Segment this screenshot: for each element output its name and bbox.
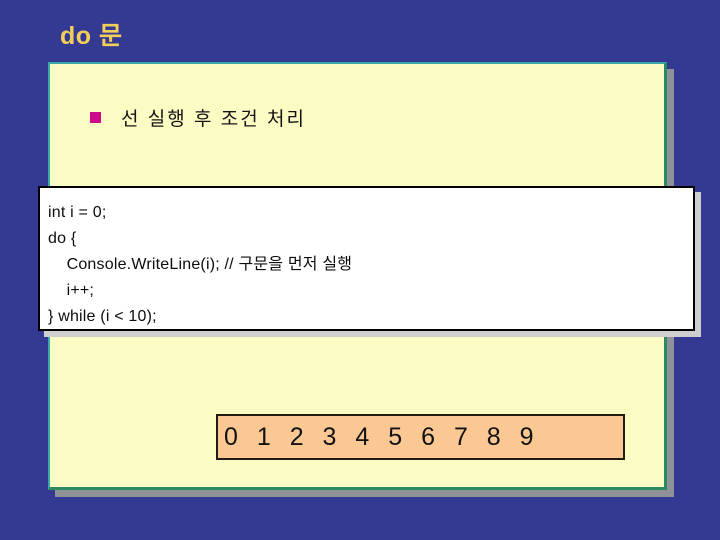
console-output-box: 0 1 2 3 4 5 6 7 8 9 — [216, 414, 625, 460]
square-bullet-icon — [90, 112, 101, 123]
slide-canvas: do 문 선 실행 후 조건 처리 int i = 0; do { Consol… — [0, 0, 720, 540]
code-line: int i = 0; — [48, 204, 107, 221]
code-line: } while (i < 10); — [48, 308, 157, 325]
code-line: i++; — [48, 282, 95, 299]
page-title: do 문 — [60, 22, 123, 50]
code-block: int i = 0; do { Console.WriteLine(i); //… — [38, 186, 695, 331]
code-line: do { — [48, 230, 77, 247]
bullet-item-label: 선 실행 후 조건 처리 — [121, 109, 306, 130]
console-output-text: 0 1 2 3 4 5 6 7 8 9 — [224, 422, 540, 451]
bullet-item: 선 실행 후 조건 처리 — [90, 104, 306, 131]
code-line: Console.WriteLine(i); // 구문을 먼저 실행 — [48, 256, 353, 273]
